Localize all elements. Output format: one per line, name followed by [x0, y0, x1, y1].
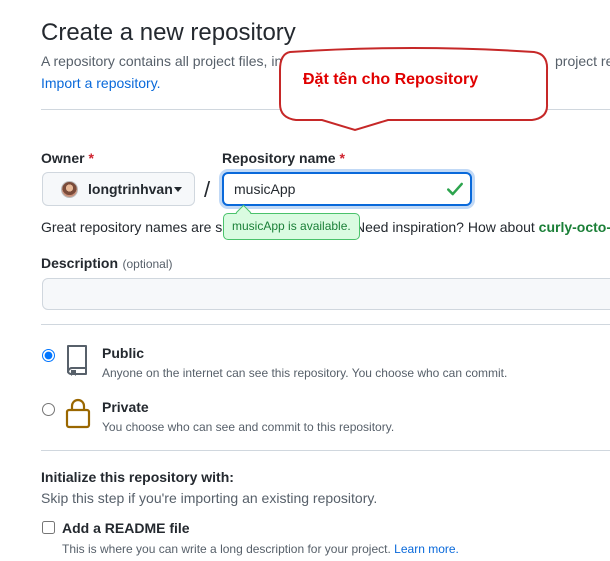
- visibility-private-label[interactable]: Private: [102, 399, 149, 415]
- check-icon: [447, 182, 463, 196]
- hint-inspiration: Need inspiration? How about curly-octo-f: [355, 219, 610, 235]
- visibility-public-radio[interactable]: [42, 349, 55, 362]
- visibility-public-description: Anyone on the internet can see this repo…: [102, 366, 508, 380]
- subtitle-text-start: A repository contains all project files,…: [41, 53, 283, 69]
- learn-more-link[interactable]: Learn more.: [394, 542, 459, 556]
- lock-icon: [65, 398, 91, 429]
- caret-down-icon: [174, 187, 182, 192]
- owner-select-button[interactable]: longtrinhvan: [42, 172, 195, 206]
- add-readme-description: This is where you can write a long descr…: [62, 542, 459, 556]
- page-title: Create a new repository: [41, 19, 296, 46]
- add-readme-checkbox[interactable]: [42, 521, 55, 534]
- subtitle-text-end: project re: [555, 53, 610, 69]
- required-marker: *: [88, 150, 94, 166]
- visibility-private-description: You choose who can see and commit to thi…: [102, 420, 395, 434]
- add-readme-description-text: This is where you can write a long descr…: [62, 542, 391, 556]
- description-label: Description (optional): [41, 255, 173, 273]
- description-label-text: Description: [41, 255, 119, 271]
- import-repository-link[interactable]: Import a repository.: [41, 75, 161, 91]
- visibility-public-label[interactable]: Public: [102, 345, 144, 361]
- tooltip-arrow: [235, 204, 252, 221]
- add-readme-label[interactable]: Add a README file: [62, 520, 190, 536]
- owner-label: Owner *: [41, 150, 94, 166]
- required-marker: *: [339, 150, 345, 166]
- owner-repo-separator: /: [204, 177, 211, 202]
- callout-text: Đặt tên cho Repository: [303, 71, 479, 88]
- owner-label-text: Owner: [41, 150, 85, 166]
- repository-name-label-text: Repository name: [222, 150, 336, 166]
- annotation-callout: [279, 47, 549, 132]
- repository-name-label: Repository name *: [222, 150, 345, 166]
- hint-text-start: Great repository names are sh: [41, 219, 231, 235]
- initialize-subtext: Skip this step if you're importing an ex…: [41, 490, 378, 506]
- hint-text-end: Need inspiration? How about: [355, 219, 535, 235]
- optional-marker: (optional): [122, 257, 173, 271]
- divider: [41, 450, 610, 451]
- repository-name-input[interactable]: [222, 172, 472, 206]
- description-input[interactable]: [42, 278, 610, 310]
- owner-name: longtrinhvan: [88, 181, 173, 197]
- repository-name-hint: Great repository names are sh: [41, 219, 230, 235]
- availability-text: musicApp is available.: [232, 219, 351, 233]
- initialize-heading: Initialize this repository with:: [41, 469, 234, 485]
- availability-tooltip: musicApp is available.: [223, 204, 360, 240]
- repo-public-icon: [67, 345, 87, 376]
- name-suggestion-link[interactable]: curly-octo-f: [539, 219, 610, 235]
- avatar: [61, 181, 78, 198]
- divider: [41, 324, 610, 325]
- visibility-private-radio[interactable]: [42, 403, 55, 416]
